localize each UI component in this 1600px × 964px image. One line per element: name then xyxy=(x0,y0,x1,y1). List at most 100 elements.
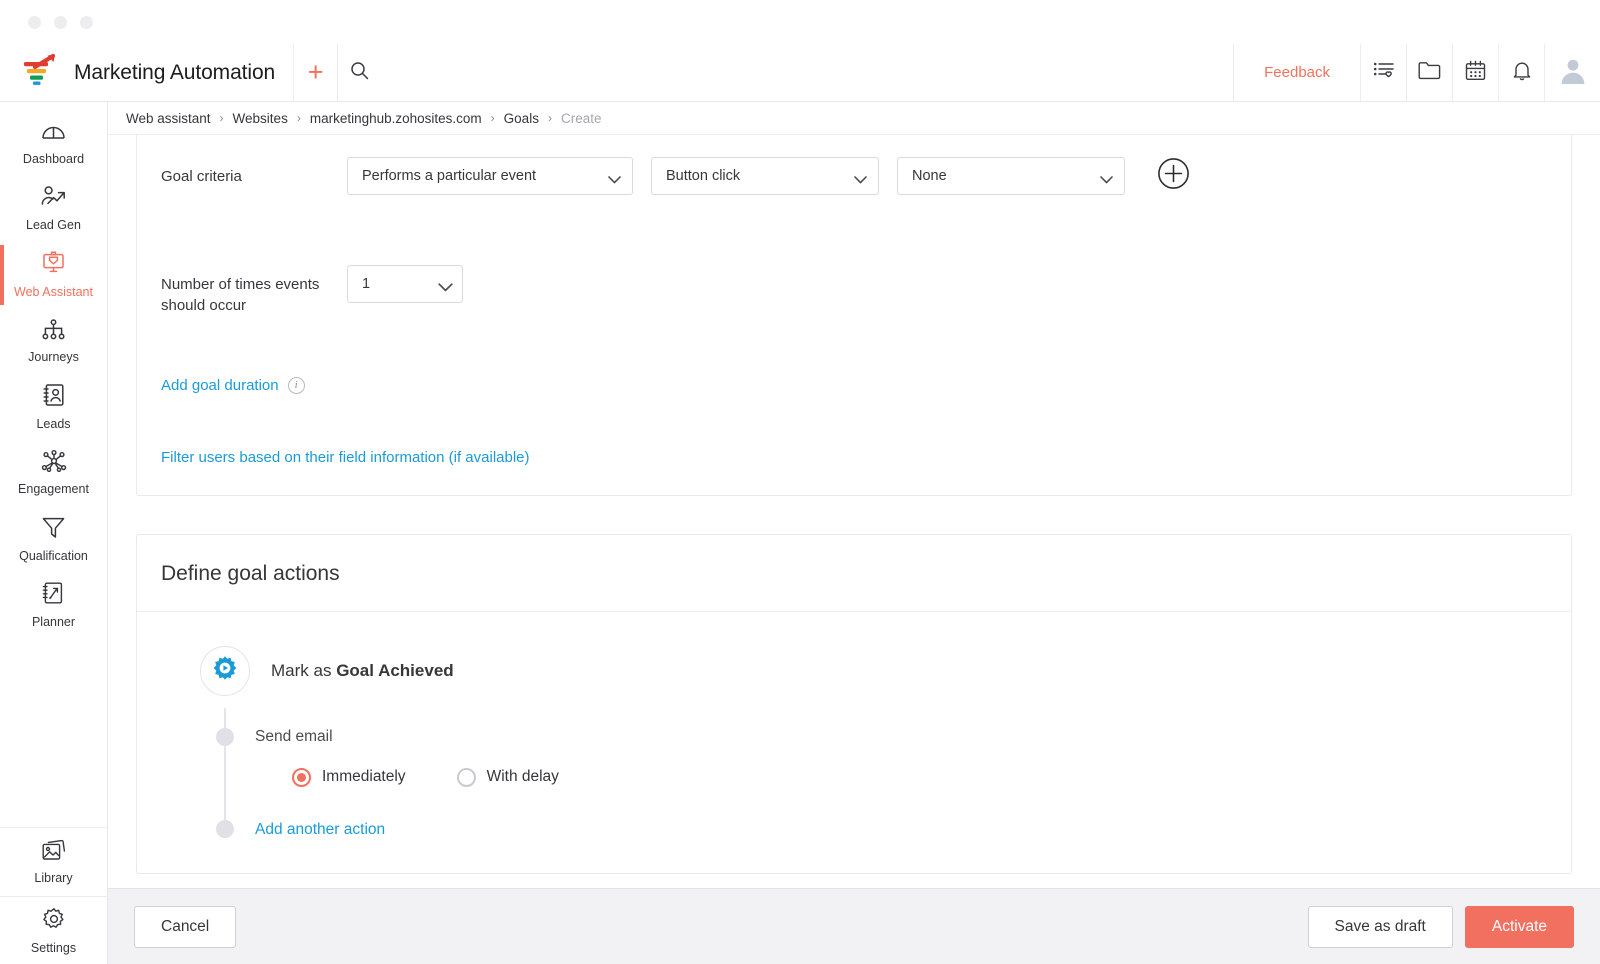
sidebar-item-dashboard[interactable]: Dashboard xyxy=(0,110,107,176)
sidebar-item-settings[interactable]: Settings xyxy=(0,896,107,964)
goal-criteria-target-dropdown[interactable]: None xyxy=(897,157,1125,195)
radio-option-with-delay[interactable]: With delay xyxy=(457,768,559,787)
goal-criteria-type-value: Button click xyxy=(666,168,740,184)
breadcrumb-item-site[interactable]: marketinghub.zohosites.com xyxy=(310,111,482,126)
goal-criteria-target-value: None xyxy=(912,168,947,184)
sidebar-item-label: Planner xyxy=(32,616,75,629)
define-goal-actions-card: Define goal actions xyxy=(136,534,1572,874)
list-heart-icon-button[interactable] xyxy=(1360,44,1406,101)
add-another-action-link[interactable]: Add another action xyxy=(255,821,385,838)
app-header: Marketing Automation + Feedback xyxy=(0,44,1600,102)
breadcrumb-item-goals[interactable]: Goals xyxy=(504,111,539,126)
body-wrapper: Dashboard Lead Gen xyxy=(0,102,1600,964)
chevron-down-icon xyxy=(1100,172,1113,180)
radio-option-immediately[interactable]: Immediately xyxy=(292,768,406,787)
add-action-node[interactable] xyxy=(216,820,234,838)
filter-users-link[interactable]: Filter users based on their field inform… xyxy=(161,449,530,466)
funnel-arrow-logo xyxy=(22,54,60,91)
sidebar-item-label: Lead Gen xyxy=(26,219,81,232)
chevron-down-icon xyxy=(608,172,621,180)
calendar-icon-button[interactable] xyxy=(1452,44,1498,101)
chevron-down-icon xyxy=(438,280,451,288)
send-email-node[interactable] xyxy=(216,728,234,746)
breadcrumb: Web assistant › Websites › marketinghub.… xyxy=(108,102,1600,135)
global-search-button[interactable] xyxy=(337,44,381,101)
folder-icon xyxy=(1418,60,1441,85)
define-goal-actions-title: Define goal actions xyxy=(137,535,1571,612)
content-scroll-area[interactable]: Goal criteria Performs a particular even… xyxy=(108,135,1600,888)
send-email-label: Send email xyxy=(255,728,333,746)
save-as-draft-button[interactable]: Save as draft xyxy=(1308,906,1453,948)
breadcrumb-item-websites[interactable]: Websites xyxy=(233,111,288,126)
list-heart-icon xyxy=(1373,61,1395,85)
window-dot-maximize[interactable] xyxy=(80,16,93,29)
occurrence-count-dropdown[interactable]: 1 xyxy=(347,265,463,303)
footer-action-bar: Cancel Save as draft Activate xyxy=(108,888,1600,964)
journeys-hierarchy-icon xyxy=(41,319,66,345)
bell-icon xyxy=(1512,60,1532,86)
breadcrumb-separator: › xyxy=(491,111,495,125)
main-column: Web assistant › Websites › marketinghub.… xyxy=(108,102,1600,964)
info-icon[interactable]: i xyxy=(288,377,305,394)
goal-achieved-text: Mark as Goal Achieved xyxy=(271,661,454,681)
filter-users-row: Filter users based on their field inform… xyxy=(137,395,1571,467)
radio-with-delay-input[interactable] xyxy=(457,768,476,787)
sidebar-item-leads[interactable]: Leads xyxy=(0,374,107,440)
sidebar-item-label: Library xyxy=(34,872,72,885)
goal-achieved-node[interactable] xyxy=(200,646,250,696)
radio-with-delay-label: With delay xyxy=(487,768,559,786)
sidebar-item-label: Journeys xyxy=(28,351,79,364)
chevron-down-icon xyxy=(854,172,867,180)
breadcrumb-separator: › xyxy=(548,111,552,125)
goal-criteria-card: Goal criteria Performs a particular even… xyxy=(136,135,1572,496)
sidebar: Dashboard Lead Gen xyxy=(0,102,108,964)
add-goal-duration-link[interactable]: Add goal duration i xyxy=(161,377,305,394)
goal-achieved-label: Goal Achieved xyxy=(336,661,453,680)
sidebar-item-journeys[interactable]: Journeys xyxy=(0,308,107,374)
sidebar-item-label: Dashboard xyxy=(23,153,84,166)
leads-contact-card-icon xyxy=(43,383,65,412)
breadcrumb-item-create: Create xyxy=(561,111,602,126)
user-avatar[interactable] xyxy=(1544,44,1600,101)
planner-notebook-icon xyxy=(42,581,65,610)
occurrence-row: Number of times events should occur 1 xyxy=(137,195,1571,317)
brand[interactable]: Marketing Automation xyxy=(0,44,293,101)
cancel-button[interactable]: Cancel xyxy=(134,906,236,948)
goal-criteria-event-dropdown[interactable]: Performs a particular event xyxy=(347,157,633,195)
sidebar-secondary-nav: Library Settings xyxy=(0,827,107,964)
window-dot-close[interactable] xyxy=(28,16,41,29)
goal-criteria-label: Goal criteria xyxy=(161,157,347,187)
plus-icon: + xyxy=(308,59,324,86)
settings-gear-icon xyxy=(42,907,66,936)
radio-immediately-input[interactable] xyxy=(292,768,311,787)
sidebar-item-planner[interactable]: Planner xyxy=(0,572,107,638)
search-icon xyxy=(350,61,369,85)
sidebar-item-qualification[interactable]: Qualification xyxy=(0,506,107,572)
activate-button[interactable]: Activate xyxy=(1465,906,1574,948)
sidebar-item-web-assistant[interactable]: Web Assistant xyxy=(0,242,107,308)
timeline-row-add-action: Add another action xyxy=(161,819,1547,839)
window-dot-minimize[interactable] xyxy=(54,16,67,29)
folder-icon-button[interactable] xyxy=(1406,44,1452,101)
add-criteria-button[interactable] xyxy=(1157,157,1190,195)
header-spacer xyxy=(381,44,1233,101)
add-new-button[interactable]: + xyxy=(293,44,337,101)
timeline-row-send-email: Send email xyxy=(161,728,1547,746)
library-images-icon xyxy=(41,839,66,866)
action-timeline: Mark as Goal Achieved Send email Immedia… xyxy=(161,646,1547,839)
occurrence-count-value: 1 xyxy=(362,276,370,292)
sidebar-item-lead-gen[interactable]: Lead Gen xyxy=(0,176,107,242)
define-goal-actions-body: Mark as Goal Achieved Send email Immedia… xyxy=(137,612,1571,873)
goal-criteria-type-dropdown[interactable]: Button click xyxy=(651,157,879,195)
sidebar-item-library[interactable]: Library xyxy=(0,828,107,896)
notifications-bell-button[interactable] xyxy=(1498,44,1544,101)
send-email-timing-radio-group: Immediately With delay xyxy=(292,768,1547,787)
header-right-group: Feedback xyxy=(1233,44,1600,101)
web-assistant-icon xyxy=(41,251,66,280)
breadcrumb-item-web-assistant[interactable]: Web assistant xyxy=(126,111,211,126)
sidebar-primary-nav: Dashboard Lead Gen xyxy=(0,102,107,638)
gear-play-icon xyxy=(212,655,238,686)
add-goal-duration-label: Add goal duration xyxy=(161,377,279,394)
feedback-button[interactable]: Feedback xyxy=(1233,44,1360,101)
sidebar-item-engagement[interactable]: Engagement xyxy=(0,440,107,506)
